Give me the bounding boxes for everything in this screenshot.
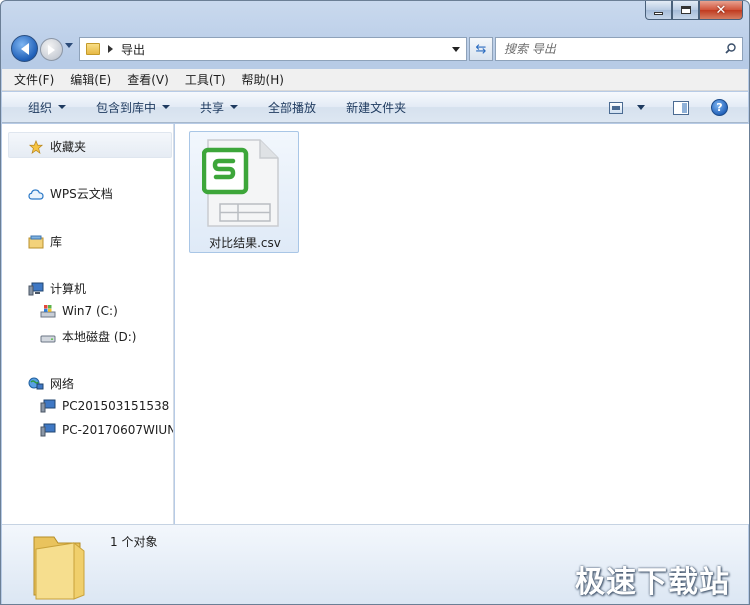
menu-bar: 文件(F) 编辑(E) 查看(V) 工具(T) 帮助(H) <box>2 69 748 91</box>
wps-spreadsheet-icon <box>202 139 279 227</box>
breadcrumb-current[interactable]: 导出 <box>121 41 145 58</box>
library-icon <box>28 235 44 248</box>
watermark-text: 极速下载站 <box>575 565 730 600</box>
details-pane: 1 个对象 极速下载站 <box>2 524 748 604</box>
menu-help[interactable]: 帮助(H) <box>242 71 284 88</box>
nav-computer-label: 计算机 <box>50 282 87 296</box>
change-view-icon[interactable] <box>609 101 623 114</box>
menu-file[interactable]: 文件(F) <box>14 71 54 88</box>
menu-tools[interactable]: 工具(T) <box>185 71 226 88</box>
help-icon[interactable]: ? <box>711 99 728 116</box>
breadcrumb-separator-icon[interactable] <box>108 45 113 53</box>
folder-icon <box>33 536 85 600</box>
file-list: 对比结果.csv <box>175 124 749 524</box>
address-bar[interactable]: 导出 <box>79 37 467 61</box>
nav-drive-d-label: 本地磁盘 (D:) <box>62 330 137 344</box>
computer-icon <box>28 282 44 295</box>
nav-network-label: 网络 <box>50 377 75 391</box>
close-icon: ✕ <box>715 2 727 18</box>
recent-pages-dropdown[interactable] <box>65 43 73 48</box>
nav-computer[interactable]: 计算机 <box>28 280 86 297</box>
minimize-icon <box>654 11 663 15</box>
nav-pc-1[interactable]: PC201503151538 <box>40 399 169 413</box>
star-icon <box>28 139 44 154</box>
search-box[interactable] <box>495 37 743 61</box>
view-options-dropdown[interactable] <box>637 105 645 110</box>
file-item[interactable]: 对比结果.csv <box>189 131 299 253</box>
nav-drive-d[interactable]: 本地磁盘 (D:) <box>40 328 136 345</box>
forward-arrow-icon <box>48 44 55 55</box>
maximize-icon <box>680 6 691 14</box>
nav-network[interactable]: 网络 <box>28 375 74 392</box>
nav-drive-c-label: Win7 (C:) <box>62 304 118 318</box>
back-arrow-icon <box>20 42 29 55</box>
network-icon <box>28 377 44 389</box>
play-all-button[interactable]: 全部播放 <box>268 99 316 116</box>
nav-favorites-label: 收藏夹 <box>50 140 87 154</box>
search-input[interactable] <box>496 38 706 60</box>
chevron-down-icon <box>230 105 239 109</box>
new-folder-button[interactable]: 新建文件夹 <box>346 99 406 116</box>
refresh-icon: ⇆ <box>475 41 487 57</box>
nav-pc-2-label: PC-20170607WIUN <box>62 423 174 437</box>
hard-drive-icon <box>40 335 56 342</box>
include-in-library-button[interactable]: 包含到库中 <box>96 99 171 116</box>
minimize-button[interactable] <box>645 1 672 20</box>
nav-favorites[interactable]: 收藏夹 <box>28 138 86 155</box>
nav-pc-2[interactable]: PC-20170607WIUN <box>40 423 174 437</box>
search-icon[interactable] <box>725 43 736 54</box>
nav-libraries[interactable]: 库 <box>28 233 62 250</box>
command-bar: 组织 包含到库中 共享 全部播放 新建文件夹 ? <box>2 92 748 123</box>
forward-button[interactable] <box>40 38 63 61</box>
menu-edit[interactable]: 编辑(E) <box>70 71 111 88</box>
close-button[interactable]: ✕ <box>699 1 743 20</box>
computer-icon <box>40 423 56 437</box>
explorer-window: ✕ 导出 ⇆ 文件(F) 编辑(E) 查看(V) 工具(T) 帮助(H) 组织 … <box>0 0 750 605</box>
chevron-down-icon <box>162 105 171 109</box>
system-drive-icon <box>40 305 56 318</box>
share-label: 共享 <box>200 100 225 115</box>
preview-pane-icon[interactable] <box>673 100 689 115</box>
nav-wps-cloud[interactable]: WPS云文档 <box>28 185 113 202</box>
nav-wps-cloud-label: WPS云文档 <box>50 187 113 201</box>
navigation-pane: 收藏夹 WPS云文档 库 计算机 Win7 (C:) 本地磁盘 (D:) 网络 <box>2 124 174 524</box>
nav-libraries-label: 库 <box>50 235 63 249</box>
file-name: 对比结果.csv <box>209 236 281 250</box>
share-button[interactable]: 共享 <box>200 99 239 116</box>
nav-pc-1-label: PC201503151538 <box>62 399 170 413</box>
maximize-button[interactable] <box>672 1 699 20</box>
nav-drive-c[interactable]: Win7 (C:) <box>40 304 118 318</box>
chevron-down-icon <box>58 105 67 109</box>
refresh-button[interactable]: ⇆ <box>469 37 493 61</box>
cloud-icon <box>28 188 44 200</box>
item-count: 1 个对象 <box>110 535 158 549</box>
address-dropdown-icon[interactable] <box>452 47 460 52</box>
menu-view[interactable]: 查看(V) <box>127 71 169 88</box>
new-folder-label: 新建文件夹 <box>346 100 407 115</box>
caption-buttons: ✕ <box>645 1 743 20</box>
address-row: 导出 ⇆ <box>9 35 743 62</box>
organize-button[interactable]: 组织 <box>28 99 67 116</box>
back-button[interactable] <box>11 35 38 62</box>
view-controls: ? <box>609 99 728 116</box>
include-in-library-label: 包含到库中 <box>96 100 157 115</box>
folder-icon <box>86 43 100 55</box>
organize-label: 组织 <box>28 100 53 115</box>
play-all-label: 全部播放 <box>268 100 317 115</box>
computer-icon <box>40 399 56 413</box>
